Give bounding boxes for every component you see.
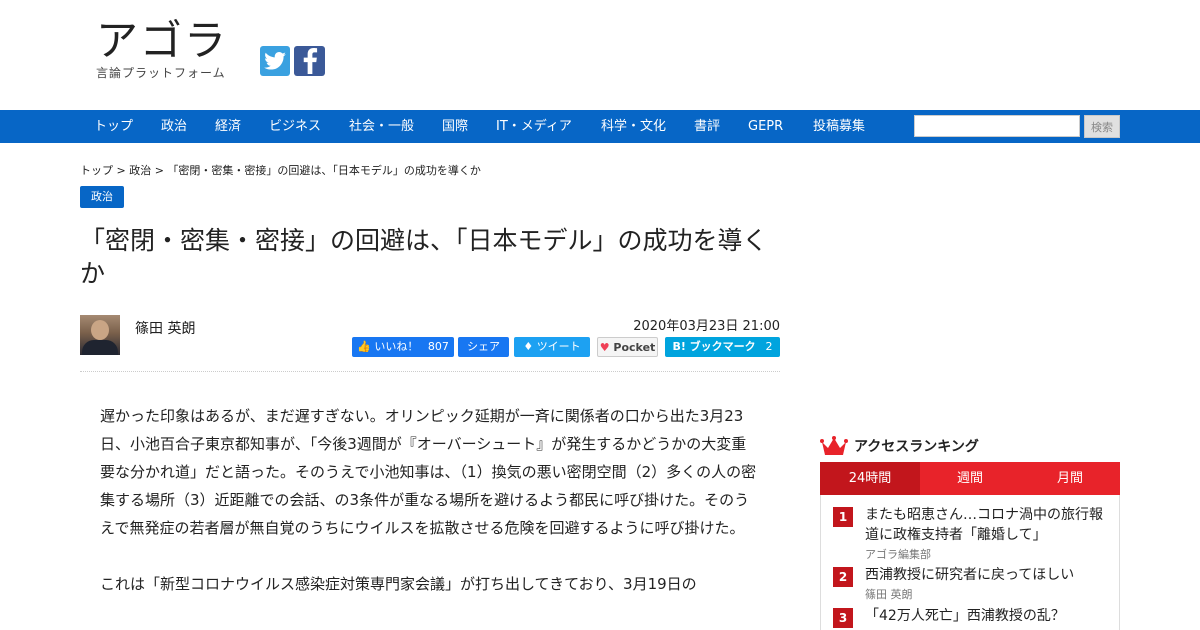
article-body: 遅かった印象はあるが、まだ遅すぎない。オリンピック延期が一斉に関係者の口から出た… [100, 402, 760, 598]
nav-item-it-media[interactable]: IT・メディア [496, 110, 572, 143]
search-button[interactable]: 検索 [1084, 115, 1120, 138]
ranking-heading-text: アクセスランキング [854, 439, 979, 455]
search-input[interactable] [914, 115, 1080, 137]
rank-author: 篠田 英朗 [865, 588, 913, 601]
thumbs-up-icon: 👍 [357, 340, 371, 353]
hatena-bookmark-button[interactable]: B! ブックマーク 2 [665, 337, 780, 357]
tweet-label: ツイート [536, 340, 581, 353]
article-date: 2020年03月23日 21:00 [633, 319, 780, 334]
ranking-list: 1 またも昭恵さん…コロナ渦中の旅行報道に政権支持者「離婚して」 アゴラ編集部 … [820, 495, 1120, 630]
rank-number: 3 [833, 608, 853, 628]
ranking-heading: アクセスランキング [820, 436, 979, 456]
hatena-count: 2 [765, 340, 773, 353]
category-badge[interactable]: 政治 [80, 186, 124, 208]
logo-main-text: アゴラ [96, 16, 229, 65]
pocket-icon: ♥ [599, 341, 610, 354]
logo-sub-text: 言論プラットフォーム [96, 66, 226, 80]
pocket-button[interactable]: ♥ Pocket [597, 337, 658, 357]
rank-title[interactable]: 西浦教授に研究者に戻ってほしい [865, 565, 1115, 585]
tweet-button[interactable]: ♦ ツイート [514, 337, 590, 357]
twitter-bird-icon: ♦ [523, 340, 534, 353]
rank-number: 1 [833, 507, 853, 527]
site-logo[interactable]: アゴラ 言論プラットフォーム [96, 18, 228, 81]
facebook-icon[interactable] [294, 46, 325, 76]
rank-author: アゴラ編集部 [865, 548, 931, 561]
nav-item-science-culture[interactable]: 科学・文化 [601, 110, 666, 143]
nav-item-business[interactable]: ビジネス [269, 110, 321, 143]
nav-item-gepr[interactable]: GEPR [748, 110, 783, 143]
nav-item-politics[interactable]: 政治 [161, 110, 187, 143]
pocket-label: Pocket [613, 341, 656, 354]
article-paragraph: 遅かった印象はあるが、まだ遅すぎない。オリンピック延期が一斉に関係者の口から出た… [100, 407, 757, 537]
divider [80, 371, 780, 372]
nav-item-society[interactable]: 社会・一般 [349, 110, 414, 143]
hatena-label: B! ブックマーク [672, 340, 756, 353]
article-title: 「密閉・密集・密接」の回避は、「日本モデル」の成功を導くか [80, 226, 768, 288]
crown-icon [820, 436, 848, 456]
author-avatar[interactable] [80, 315, 120, 355]
nav-item-international[interactable]: 国際 [442, 110, 468, 143]
rank-title[interactable]: またも昭恵さん…コロナ渦中の旅行報道に政権支持者「離婚して」 [865, 505, 1115, 545]
breadcrumb[interactable]: トップ > 政治 > 「密閉・密集・密接」の回避は、「日本モデル」の成功を導くか [80, 162, 481, 178]
main-nav: トップ 政治 経済 ビジネス 社会・一般 国際 IT・メディア 科学・文化 書評… [0, 110, 1200, 143]
twitter-icon[interactable] [260, 46, 290, 76]
like-label: いいね！ [374, 340, 419, 353]
rank-title[interactable]: 「42万人死亡」西浦教授の乱？ [865, 606, 1115, 626]
tab-24h[interactable]: 24時間 [820, 462, 920, 495]
nav-item-book-review[interactable]: 書評 [694, 110, 720, 143]
ranking-tabs: 24時間 週間 月間 [820, 462, 1120, 495]
facebook-share-button[interactable]: シェア [458, 337, 509, 357]
tab-monthly[interactable]: 月間 [1020, 462, 1120, 495]
nav-item-submission[interactable]: 投稿募集 [813, 110, 865, 143]
author-name[interactable]: 篠田 英朗 [135, 318, 195, 338]
site-header: アゴラ 言論プラットフォーム [0, 0, 1200, 110]
like-count: 807 [427, 340, 449, 353]
tab-weekly[interactable]: 週間 [920, 462, 1020, 495]
rank-number: 2 [833, 567, 853, 587]
nav-item-top[interactable]: トップ [94, 110, 133, 143]
nav-item-economy[interactable]: 経済 [215, 110, 241, 143]
facebook-like-button[interactable]: 👍 いいね！ 807 [352, 337, 454, 357]
article-paragraph: これは「新型コロナウイルス感染症対策専門家会議」が打ち出してきており、3月19日… [100, 575, 697, 593]
